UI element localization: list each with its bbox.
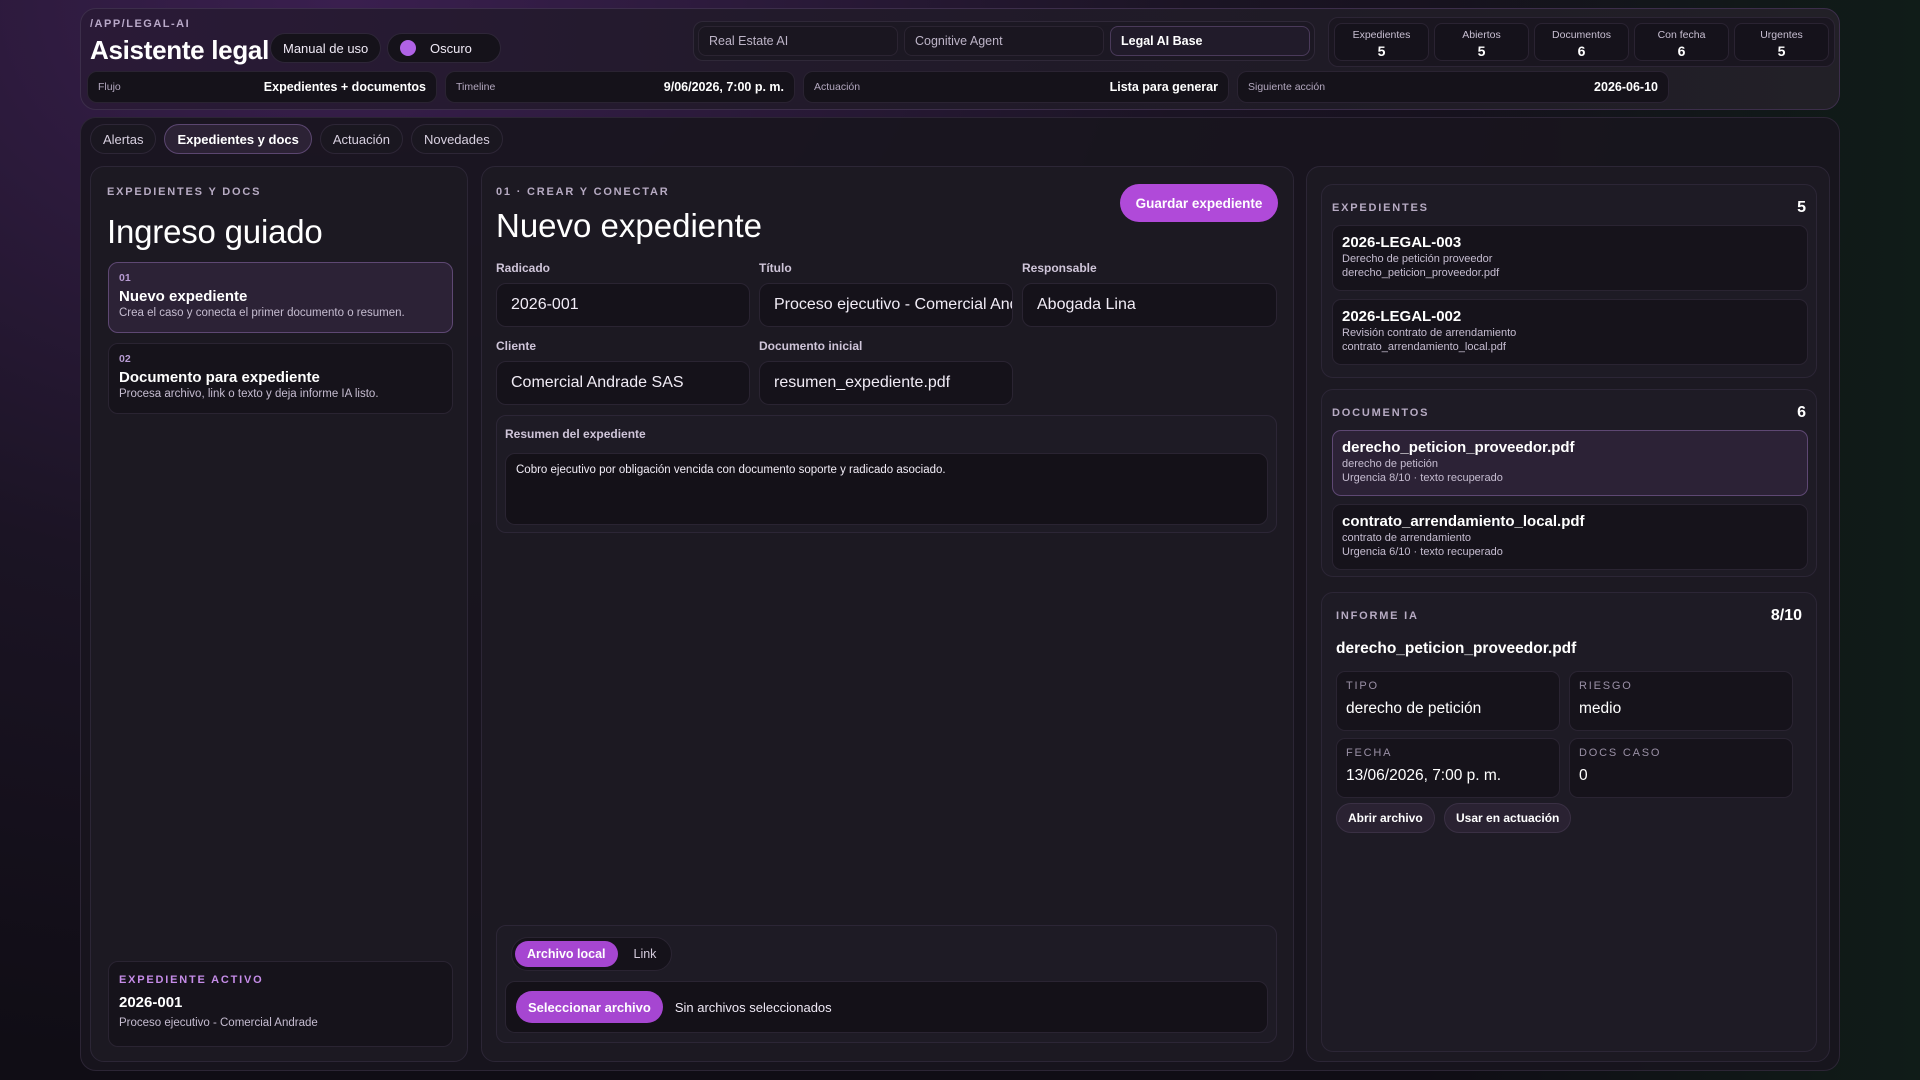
app-title: Asistente legal (90, 35, 270, 65)
meta-siguiente-accion: Siguiente acción 2026-06-10 (1237, 71, 1669, 103)
summary-label: Resumen del expediente (505, 427, 646, 441)
theme-dot-icon (400, 40, 416, 56)
responsable-input[interactable]: Abogada Lina (1022, 283, 1277, 327)
informe-tipo: TIPO derecho de petición (1336, 671, 1560, 731)
active-case-id: 2026-001 (119, 994, 183, 1011)
breadcrumb: /APP/LEGAL-AI (90, 18, 191, 30)
list-item[interactable]: derecho_peticion_proveedor.pdf derecho d… (1332, 430, 1808, 496)
informe-score: 8/10 (1770, 607, 1802, 624)
list-item[interactable]: 2026-LEGAL-003 Derecho de petición prove… (1332, 225, 1808, 291)
new-case-panel: 01 · CREAR Y CONECTAR Nuevo expediente G… (481, 166, 1294, 1062)
panel-title: Nuevo expediente (496, 207, 763, 244)
panel-eyebrow: EXPEDIENTES Y DOCS (107, 186, 262, 198)
panel-title: Ingreso guiado (107, 213, 323, 250)
cliente-input[interactable]: Comercial Andrade SAS (496, 361, 750, 405)
meta-actuacion: Actuación Lista para generar (803, 71, 1229, 103)
list-item[interactable]: contrato_arrendamiento_local.pdf contrat… (1332, 504, 1808, 570)
responsable-label: Responsable (1022, 261, 1097, 275)
informe-docs-caso: DOCS CASO 0 (1569, 738, 1793, 798)
meta-flujo: Flujo Expedientes + documentos (87, 71, 437, 103)
stats-bar: Expedientes 5 Abiertos 5 Documentos 6 Con f… (1328, 17, 1835, 67)
summary-sidebar: EXPEDIENTES 5 2026-LEGAL-003 Derecho de p… (1306, 166, 1830, 1062)
radicado-label: Radicado (496, 261, 551, 275)
stat-expedientes: Expedientes 5 (1334, 23, 1429, 61)
expedientes-count: 5 (1797, 199, 1806, 216)
expedientes-card: EXPEDIENTES 5 2026-LEGAL-003 Derecho de p… (1321, 184, 1817, 378)
manual-button[interactable]: Manual de uso (270, 33, 382, 63)
mode-link[interactable]: Link (622, 941, 669, 967)
step-nuevo-expediente[interactable]: 01 Nuevo expediente Crea el caso y conec… (108, 262, 453, 333)
tab-expedientes-docs[interactable]: Expedientes y docs (164, 124, 312, 154)
tab-actuacion[interactable]: Actuación (319, 124, 403, 154)
stat-con-fecha: Con fecha 6 (1634, 23, 1729, 61)
informe-file: derecho_peticion_proveedor.pdf (1336, 640, 1577, 657)
tab-novedades[interactable]: Novedades (410, 124, 503, 154)
summary-textarea[interactable]: Cobro ejecutivo por obligación vencida c… (505, 453, 1268, 525)
active-case-subtitle: Proceso ejecutivo - Comercial Andrade (119, 1017, 318, 1029)
select-file-button[interactable]: Seleccionar archivo (516, 991, 663, 1023)
titulo-label: Título (759, 261, 792, 275)
theme-label: Oscuro (430, 40, 472, 56)
tab-bar: Alertas Expedientes y docs Actuación Nov… (90, 124, 503, 154)
radicado-input[interactable]: 2026-001 (496, 283, 750, 327)
app-header: /APP/LEGAL-AI Asistente legal Manual de … (80, 8, 1840, 110)
informe-riesgo: RIESGO medio (1569, 671, 1793, 731)
meta-timeline: Timeline 9/06/2026, 7:00 p. m. (445, 71, 795, 103)
use-in-actuacion-button[interactable]: Usar en actuación (1444, 803, 1572, 833)
upload-section: Archivo local Link Seleccionar archivo S… (496, 925, 1277, 1043)
panel-eyebrow: 01 · CREAR Y CONECTAR (496, 186, 670, 198)
documento-inicial-label: Documento inicial (759, 339, 863, 353)
documentos-card: DOCUMENTOS 6 derecho_peticion_proveedor.p… (1321, 389, 1817, 577)
documentos-count: 6 (1797, 404, 1806, 421)
file-status: Sin archivos seleccionados (674, 999, 832, 1015)
informe-fecha: FECHA 13/06/2026, 7:00 p. m. (1336, 738, 1560, 798)
stat-urgentes: Urgentes 5 (1734, 23, 1829, 61)
upload-mode-toggle: Archivo local Link (511, 937, 673, 971)
cliente-label: Cliente (496, 339, 537, 353)
guided-intake-panel: EXPEDIENTES Y DOCS Ingreso guiado 01 Nue… (90, 166, 468, 1062)
workspace-switcher: Real Estate AI Cognitive Agent Legal AI … (693, 21, 1315, 61)
open-file-button[interactable]: Abrir archivo (1336, 803, 1435, 833)
stat-documentos: Documentos 6 (1534, 23, 1629, 61)
mode-archivo-local[interactable]: Archivo local (515, 941, 618, 967)
active-case-card: EXPEDIENTE ACTIVO 2026-001 Proceso ejecu… (108, 961, 453, 1047)
save-case-button[interactable]: Guardar expediente (1120, 184, 1278, 222)
workspace-real-estate[interactable]: Real Estate AI (698, 26, 898, 56)
list-item[interactable]: 2026-LEGAL-002 Revisión contrato de arre… (1332, 299, 1808, 365)
tab-alertas[interactable]: Alertas (90, 124, 157, 154)
stat-abiertos: Abiertos 5 (1434, 23, 1529, 61)
workspace-legal-ai[interactable]: Legal AI Base (1110, 26, 1310, 56)
documento-inicial-input[interactable]: resumen_expediente.pdf (759, 361, 1013, 405)
summary-section: Resumen del expediente Cobro ejecutivo p… (496, 415, 1277, 533)
step-documento-expediente[interactable]: 02 Documento para expediente Procesa arc… (108, 343, 453, 414)
titulo-input[interactable]: Proceso ejecutivo - Comercial Andrade (759, 283, 1013, 327)
workspace-cognitive-agent[interactable]: Cognitive Agent (904, 26, 1104, 56)
theme-toggle[interactable]: Oscuro (387, 33, 501, 63)
file-picker: Seleccionar archivo Sin archivos selecci… (505, 981, 1268, 1033)
informe-ia-card: INFORME IA 8/10 derecho_peticion_proveedo… (1321, 592, 1817, 1052)
